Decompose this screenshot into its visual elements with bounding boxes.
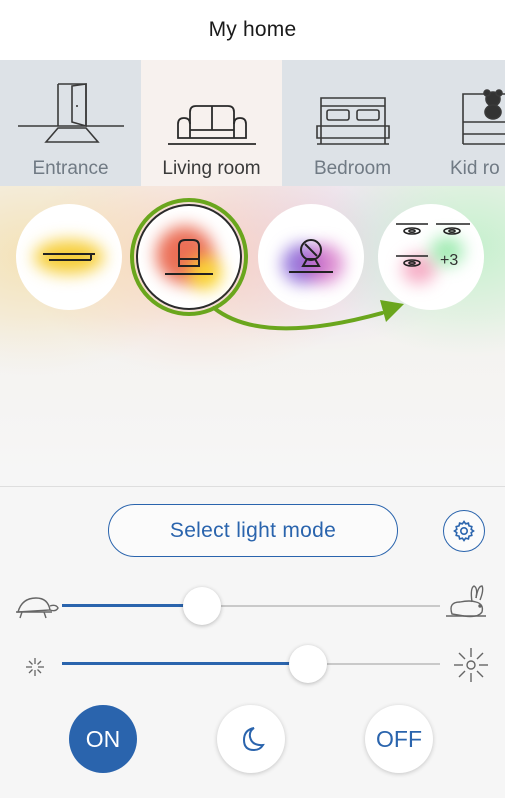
gear-icon [453, 520, 475, 542]
dim-sun-icon [20, 652, 50, 682]
tab-kid-room[interactable]: Kid ro [423, 60, 505, 186]
room-label: Living room [162, 158, 261, 179]
off-button[interactable]: OFF [365, 705, 433, 773]
mirror-lamp-icon [289, 239, 333, 273]
tab-entrance[interactable]: Entrance [0, 60, 141, 186]
divider [0, 486, 505, 487]
brightness-slider[interactable] [62, 644, 440, 684]
night-mode-button[interactable] [217, 705, 285, 773]
light-linear-lamp[interactable] [16, 204, 122, 310]
on-button[interactable]: ON [69, 705, 137, 773]
light-mirror-lamp[interactable] [258, 204, 364, 310]
tab-bedroom[interactable]: Bedroom [282, 60, 423, 186]
header: My home [0, 0, 505, 60]
settings-button[interactable] [443, 510, 485, 552]
slider-fill [62, 604, 202, 607]
sofa-icon [162, 72, 262, 152]
slider-thumb[interactable] [289, 645, 327, 683]
slider-thumb[interactable] [183, 587, 221, 625]
room-label: Kid ro [450, 158, 500, 179]
scene-fade [0, 316, 505, 486]
select-light-mode-button[interactable]: Select light mode [108, 504, 398, 557]
extra-lights-count: +3 [440, 252, 459, 269]
slider-fill [62, 662, 308, 665]
rabbit-icon [442, 582, 492, 622]
tab-living-room[interactable]: Living room [141, 60, 282, 186]
light-ceiling-spots[interactable]: +3 [378, 204, 484, 310]
light-scene: +3 [0, 186, 505, 486]
page-title: My home [208, 18, 297, 41]
bright-sun-icon [448, 642, 494, 688]
ceiling-spots-icon [396, 223, 470, 267]
room-label: Entrance [32, 158, 109, 179]
moon-icon [242, 727, 265, 752]
room-tabs: Entrance Living room Bedroom Kid ro [0, 60, 505, 186]
door-icon [16, 72, 126, 152]
turtle-icon [12, 592, 60, 622]
wall-lamp-icon [165, 239, 213, 275]
kid-bed-icon [423, 72, 505, 152]
light-wall-lamp[interactable] [136, 204, 242, 310]
room-label: Bedroom [313, 158, 392, 179]
bed-icon [303, 72, 403, 152]
speed-slider[interactable] [62, 586, 440, 626]
linear-lamp-icon [43, 253, 95, 261]
